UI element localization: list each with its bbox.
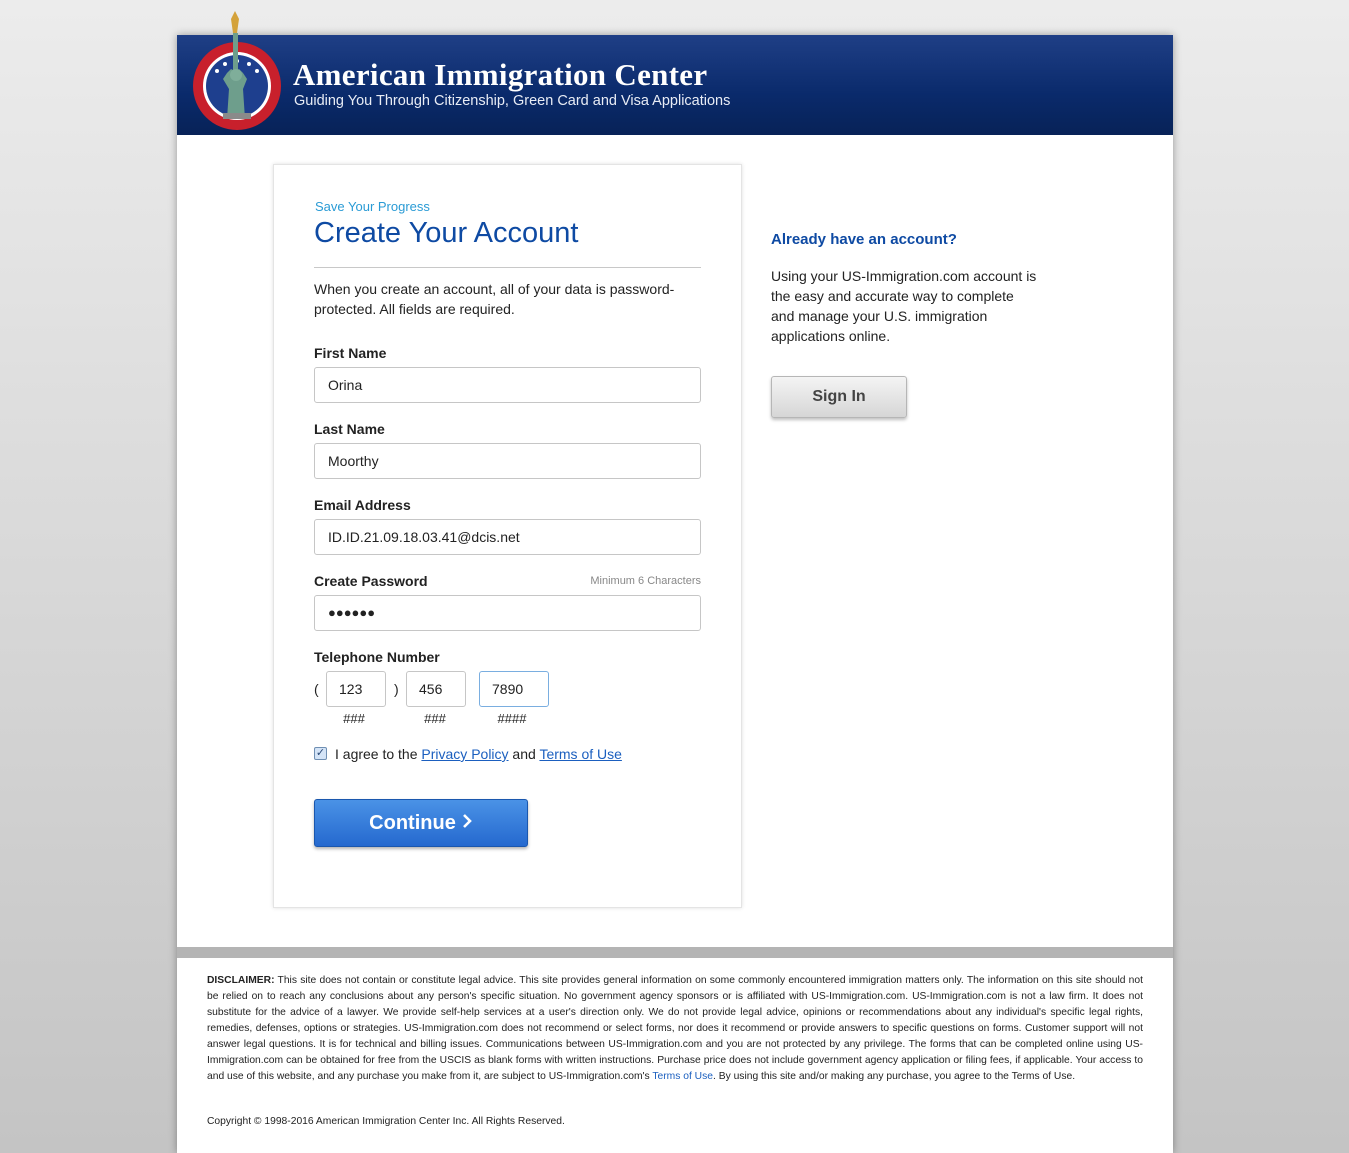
site-logo[interactable] [187,9,287,131]
existing-account-text: Using your US-Immigration.com account is… [771,268,1037,344]
phone-open-paren: ( [314,681,319,697]
last-name-input[interactable]: Moorthy [314,443,701,479]
first-name-label: First Name [314,345,387,361]
site-header: American Immigration Center Guiding You … [177,11,1173,135]
phone-close-paren: ) [394,681,399,697]
privacy-policy-link[interactable]: Privacy Policy [421,746,508,762]
continue-label: Continue [369,812,456,834]
footer-divider [177,947,1173,958]
footer-terms-link[interactable]: Terms of Use [652,1071,713,1082]
site-tagline: Guiding You Through Citizenship, Green C… [294,93,731,109]
password-input[interactable]: ●●●●●● [314,595,701,631]
existing-account-title: Already have an account? [771,231,957,248]
title-divider [314,267,701,268]
agree-text: I agree to the Privacy Policy and Terms … [335,746,622,762]
password-label: Create Password [314,573,428,589]
phone-line-hint: #### [497,711,527,726]
phone-line-input[interactable]: 7890 [479,671,549,707]
agree-prefix: I agree to the [335,746,422,762]
last-name-label: Last Name [314,421,385,437]
phone-area-input[interactable]: 123 [326,671,386,707]
site-title: American Immigration Center [293,57,708,92]
chevron-right-icon [462,800,473,846]
disclaimer-tail: . By using this site and/or making any p… [712,1071,1076,1082]
phone-prefix-hint: ### [424,711,446,726]
page-container: American Immigration Center Guiding You … [177,11,1173,1153]
disclaimer-body: This site does not contain or constitute… [207,975,1143,1082]
email-label: Email Address [314,497,411,513]
email-input[interactable]: ID.ID.21.09.18.03.41@dcis.net [314,519,701,555]
sign-in-button[interactable]: Sign In [771,376,907,418]
continue-button[interactable]: Continue [314,799,528,847]
create-account-form: Save Your Progress Create Your Account W… [273,164,742,908]
first-name-input[interactable]: Orina [314,367,701,403]
form-eyebrow: Save Your Progress [315,199,430,214]
copyright: Copyright © 1998-2016 American Immigrati… [207,1116,565,1127]
terms-of-use-link[interactable]: Terms of Use [539,746,621,762]
phone-area-hint: ### [343,711,365,726]
password-hint: Minimum 6 Characters [590,575,701,587]
phone-prefix-input[interactable]: 456 [406,671,466,707]
phone-label: Telephone Number [314,649,440,665]
form-intro: When you create an account, all of your … [314,281,675,317]
disclaimer-label: DISCLAIMER: [207,975,275,986]
form-title: Create Your Account [314,217,579,249]
agree-checkbox[interactable]: ✓ [314,747,327,760]
agree-middle: and [508,746,540,762]
disclaimer: DISCLAIMER: This site does not contain o… [207,973,1143,1085]
